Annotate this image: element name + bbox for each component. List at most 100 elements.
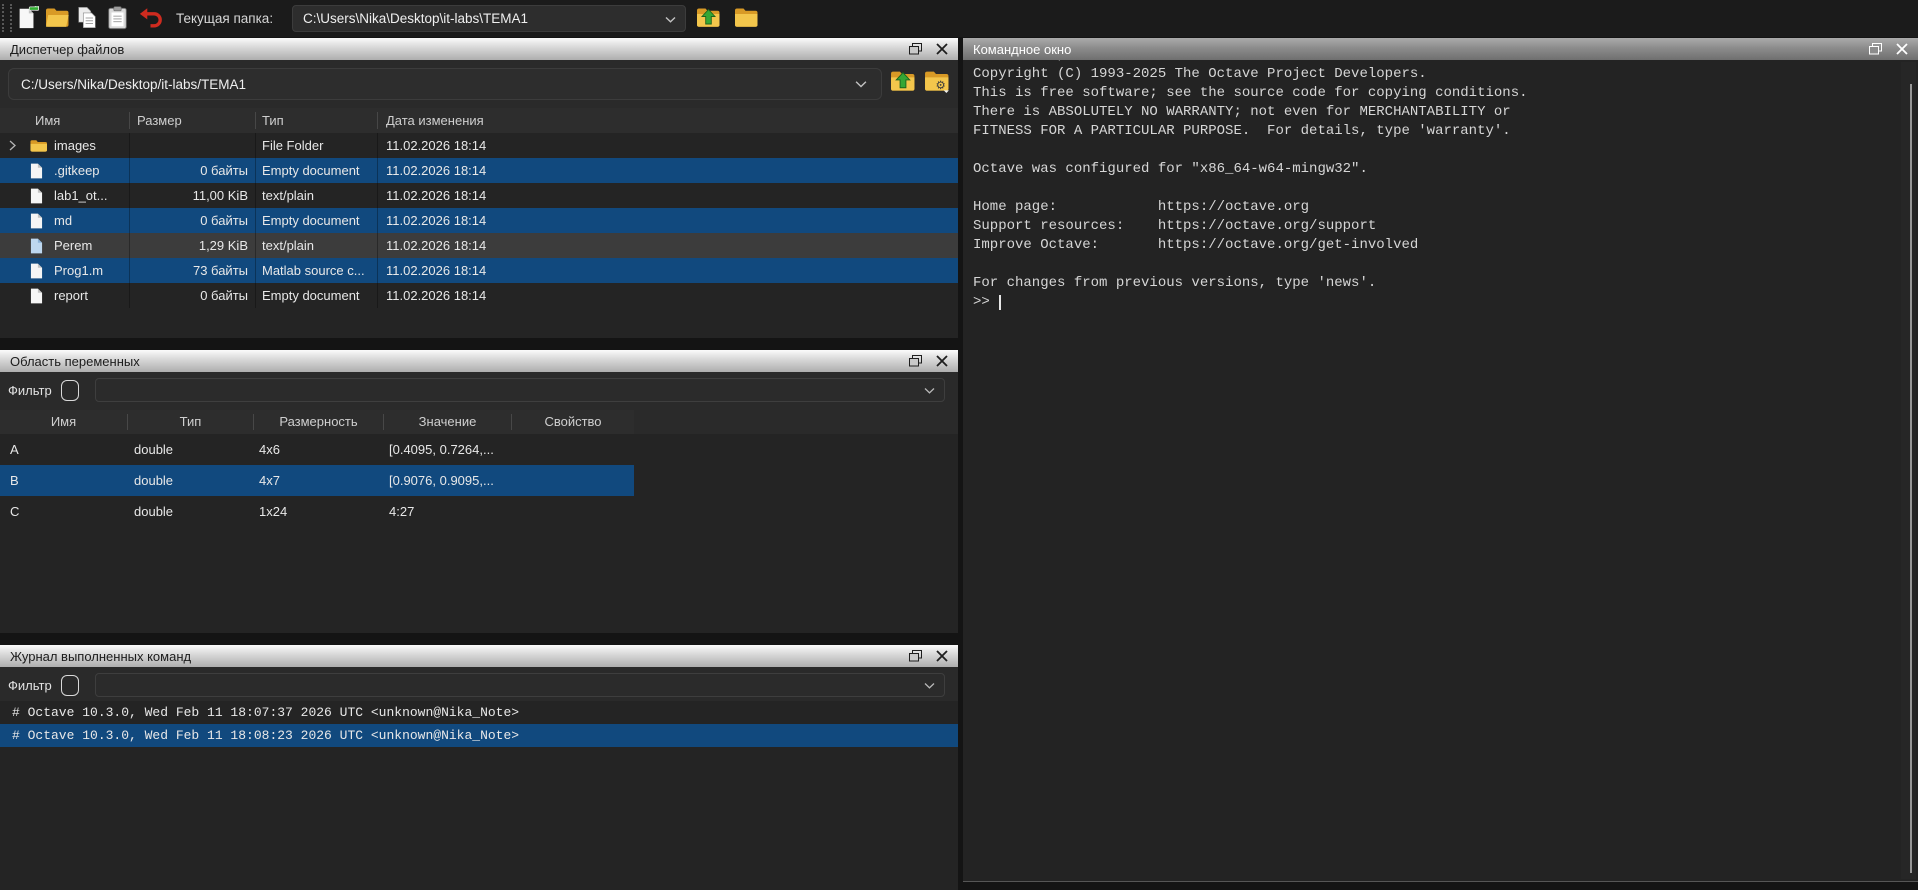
file-size: 73 байты xyxy=(130,258,256,283)
column-header-type[interactable]: Тип xyxy=(256,112,378,129)
panel-title: Диспетчер файлов xyxy=(10,42,124,57)
table-row[interactable]: .gitkeep 0 байты Empty document 11.02.20… xyxy=(0,158,958,183)
file-date: 11.02.2026 18:14 xyxy=(378,183,958,208)
table-row[interactable]: Prog1.m 73 байты Matlab source c... 11.0… xyxy=(0,258,958,283)
file-date: 11.02.2026 18:14 xyxy=(378,283,958,308)
table-row[interactable]: Perem 1,29 KiB text/plain 11.02.2026 18:… xyxy=(0,233,958,258)
filter-checkbox[interactable] xyxy=(61,380,79,401)
file-manager-path-combobox[interactable]: C:/Users/Nika/Desktop/it-labs/TEMA1 xyxy=(8,68,882,100)
var-type: double xyxy=(128,434,254,465)
chevron-down-icon xyxy=(924,383,935,398)
copy-icon[interactable] xyxy=(74,5,100,31)
var-name: A xyxy=(0,434,128,465)
file-name: .gitkeep xyxy=(54,158,100,183)
close-icon[interactable] xyxy=(1896,43,1908,55)
undock-icon[interactable] xyxy=(1869,43,1882,55)
filter-label: Фильтр xyxy=(8,678,52,693)
command-window-panel: Командное окно GNU Octave, version 10.3.… xyxy=(963,38,1918,882)
paste-icon[interactable] xyxy=(104,5,130,31)
table-row[interactable]: A double 4x6 [0.4095, 0.7264,... xyxy=(0,434,634,465)
file-manager-titlebar[interactable]: Диспетчер файлов xyxy=(0,38,958,60)
file-type: Matlab source c... xyxy=(256,258,378,283)
variables-list: A double 4x6 [0.4095, 0.7264,... B doubl… xyxy=(0,434,958,633)
var-type: double xyxy=(128,465,254,496)
main-toolbar: Текущая папка: C:\Users\Nika\Desktop\it-… xyxy=(0,0,1918,37)
filter-label: Фильтр xyxy=(8,383,52,398)
var-value: [0.4095, 0.7264,... xyxy=(384,434,512,465)
column-header-dims[interactable]: Размерность xyxy=(254,414,384,430)
file-name: lab1_ot... xyxy=(54,183,108,208)
var-attribute xyxy=(512,496,634,527)
table-row[interactable]: report 0 байты Empty document 11.02.2026… xyxy=(0,283,958,308)
table-row[interactable]: lab1_ot... 11,00 KiB text/plain 11.02.20… xyxy=(0,183,958,208)
command-history-titlebar[interactable]: Журнал выполненных команд xyxy=(0,645,958,667)
file-type: File Folder xyxy=(256,133,378,158)
variables-table-header[interactable]: Имя Тип Размерность Значение Свойство xyxy=(0,410,634,434)
file-date: 11.02.2026 18:14 xyxy=(378,133,958,158)
new-script-icon[interactable] xyxy=(14,5,40,31)
column-header-size[interactable]: Размер xyxy=(130,112,256,129)
var-value: [0.9076, 0.9095,... xyxy=(384,465,512,496)
current-folder-combobox[interactable]: C:\Users\Nika\Desktop\it-labs\TEMA1 xyxy=(292,5,686,32)
column-header-type[interactable]: Тип xyxy=(128,414,254,430)
filter-combobox[interactable] xyxy=(95,378,945,402)
document-icon xyxy=(30,238,47,254)
file-name: Prog1.m xyxy=(54,258,103,283)
file-manager-panel: Диспетчер файлов C:/Users/Nika/Desktop/i… xyxy=(0,38,958,338)
folder-up-icon[interactable] xyxy=(695,5,721,31)
workspace-titlebar[interactable]: Область переменных xyxy=(0,350,958,372)
var-dims: 4x7 xyxy=(254,465,384,496)
file-type: text/plain xyxy=(256,183,378,208)
close-icon[interactable] xyxy=(936,355,948,367)
file-name: images xyxy=(54,133,96,158)
octave-main-window: Текущая папка: C:\Users\Nika\Desktop\it-… xyxy=(0,0,1918,890)
command-window-output[interactable]: GNU Octave, version 10.3.0 Copyright (C)… xyxy=(963,38,1918,293)
close-icon[interactable] xyxy=(936,43,948,55)
var-type: double xyxy=(128,496,254,527)
var-dims: 1x24 xyxy=(254,496,384,527)
command-window-titlebar[interactable]: Командное окно xyxy=(963,38,1918,60)
text-cursor[interactable] xyxy=(999,295,1001,310)
file-size: 0 байты xyxy=(130,158,256,183)
undock-icon[interactable] xyxy=(909,650,922,662)
column-header-attribute[interactable]: Свойство xyxy=(512,414,634,430)
table-row[interactable]: C double 1x24 4:27 xyxy=(0,496,634,527)
column-header-name[interactable]: Имя xyxy=(0,414,128,430)
file-name: md xyxy=(54,208,72,233)
file-type: Empty document xyxy=(256,158,378,183)
file-list: images File Folder 11.02.2026 18:14 .git… xyxy=(0,133,958,338)
filter-checkbox[interactable] xyxy=(61,675,79,696)
undock-icon[interactable] xyxy=(909,355,922,367)
filter-combobox[interactable] xyxy=(95,673,945,697)
svg-text:⚙: ⚙ xyxy=(935,80,945,92)
one-directory-up-icon[interactable] xyxy=(890,70,918,98)
expand-chevron-icon[interactable] xyxy=(0,140,30,151)
toolbar-drag-handle[interactable] xyxy=(2,4,12,32)
chevron-down-icon xyxy=(665,11,676,26)
file-date: 11.02.2026 18:14 xyxy=(378,258,958,283)
table-row[interactable]: B double 4x7 [0.9076, 0.9095,... xyxy=(0,465,634,496)
close-icon[interactable] xyxy=(936,650,948,662)
var-value: 4:27 xyxy=(384,496,512,527)
file-manager-path: C:/Users/Nika/Desktop/it-labs/TEMA1 xyxy=(21,77,246,92)
vertical-scrollbar[interactable] xyxy=(1901,62,1916,879)
column-header-value[interactable]: Значение xyxy=(384,414,512,430)
open-file-icon[interactable] xyxy=(44,5,70,31)
column-header-name[interactable]: Имя xyxy=(0,112,130,129)
history-entry[interactable]: # Octave 10.3.0, Wed Feb 11 18:07:37 202… xyxy=(0,701,958,724)
column-header-date[interactable]: Дата изменения xyxy=(378,112,958,129)
undo-icon[interactable] xyxy=(137,5,163,31)
file-type: Empty document xyxy=(256,283,378,308)
folder-actions-icon[interactable]: ⚙ xyxy=(924,70,952,98)
browse-folder-icon[interactable] xyxy=(733,5,759,31)
chevron-down-icon xyxy=(924,678,935,693)
table-row[interactable]: md 0 байты Empty document 11.02.2026 18:… xyxy=(0,208,958,233)
table-row[interactable]: images File Folder 11.02.2026 18:14 xyxy=(0,133,958,158)
panel-title: Журнал выполненных команд xyxy=(10,649,191,664)
chevron-down-icon xyxy=(855,77,867,92)
undock-icon[interactable] xyxy=(909,43,922,55)
file-type: Empty document xyxy=(256,208,378,233)
file-table-header[interactable]: Имя Размер Тип Дата изменения xyxy=(0,108,958,134)
scrollbar-thumb[interactable] xyxy=(1910,84,1912,873)
history-entry[interactable]: # Octave 10.3.0, Wed Feb 11 18:08:23 202… xyxy=(0,724,958,747)
